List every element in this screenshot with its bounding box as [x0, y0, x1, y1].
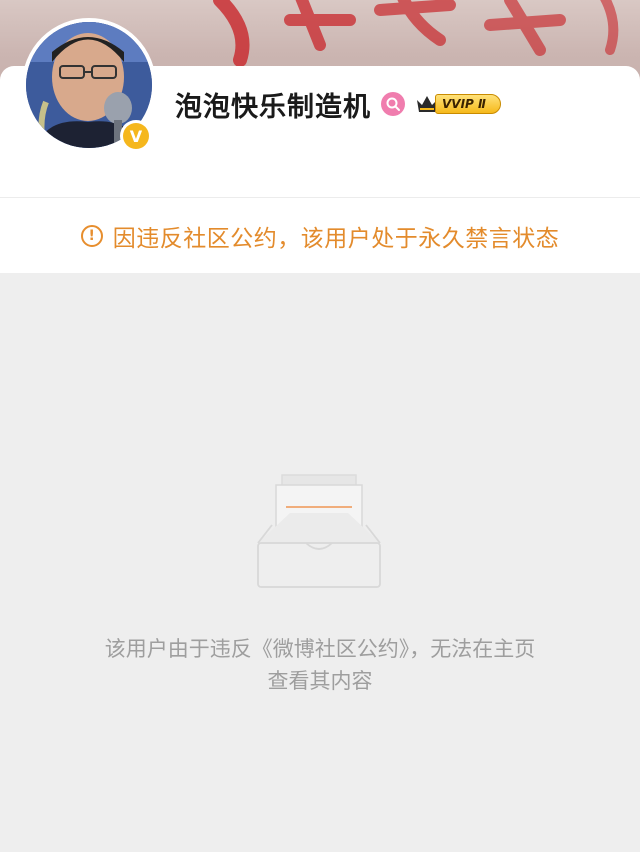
content-area: 该用户由于违反《微博社区公约》，无法在主页 查看其内容	[0, 273, 640, 852]
empty-state-line2: 查看其内容	[267, 669, 373, 693]
ban-notice: ! 因违反社区公约，该用户处于永久禁言状态	[0, 198, 640, 273]
verified-badge: V	[120, 120, 152, 152]
empty-state-message: 该用户由于违反《微博社区公约》，无法在主页 查看其内容	[40, 633, 600, 697]
warning-icon: !	[80, 224, 103, 247]
banner-graphic	[213, 0, 619, 67]
username[interactable]: 泡泡快乐制造机	[175, 85, 371, 124]
super-topic-search-icon[interactable]	[381, 92, 405, 116]
empty-state-line1: 该用户由于违反《微博社区公约》，无法在主页	[104, 637, 536, 661]
empty-box-icon	[257, 474, 381, 588]
vip-badge[interactable]: VVIP Ⅱ	[415, 92, 501, 116]
verified-v-icon: V	[123, 123, 149, 149]
vip-label: VVIP Ⅱ	[435, 94, 501, 114]
username-row: 泡泡快乐制造机 VVIP Ⅱ	[175, 84, 501, 124]
ban-notice-text: 因违反社区公约，该用户处于永久禁言状态	[112, 225, 560, 252]
